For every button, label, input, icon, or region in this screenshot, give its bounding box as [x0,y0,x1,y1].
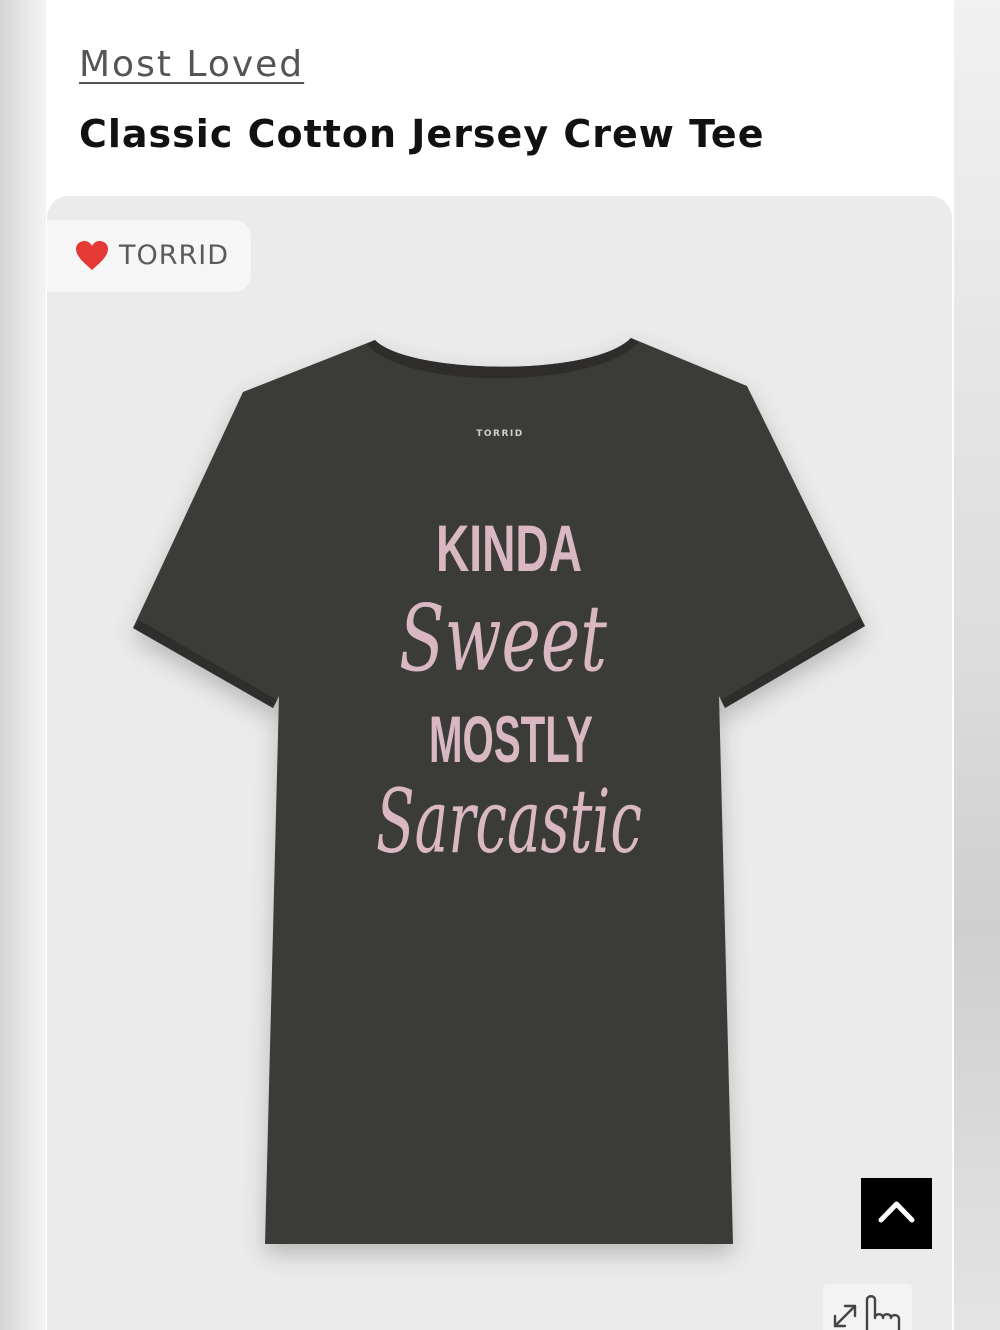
print-line-4: Sarcastic [376,770,642,873]
print-line-2: Sweet [399,585,608,692]
tshirt-image: TORRID KINDA Sweet MOSTLY Sarcastic [133,338,865,1244]
expand-tap-icon [833,1295,901,1330]
heart-icon [76,241,108,270]
breadcrumb-link[interactable]: Most Loved [79,44,304,85]
zoom-hint[interactable] [823,1284,912,1330]
back-to-top-button[interactable] [861,1178,932,1249]
print-line-3: MOSTLY [429,702,593,776]
right-backdrop [954,0,1000,1330]
product-panel: Most Loved Classic Cotton Jersey Crew Te… [46,0,954,1330]
left-backdrop [0,0,46,1330]
product-image[interactable]: TORRID KINDA Sweet MOSTLY Sarcastic TORR… [47,196,952,1330]
brand-badge[interactable]: TORRID [47,220,251,292]
product-title: Classic Cotton Jersey Crew Tee [79,112,765,156]
brand-name: TORRID [119,240,230,271]
chevron-up-icon [878,1201,915,1223]
shirt-label: TORRID [476,429,523,439]
print-line-1: KINDA [436,511,582,585]
